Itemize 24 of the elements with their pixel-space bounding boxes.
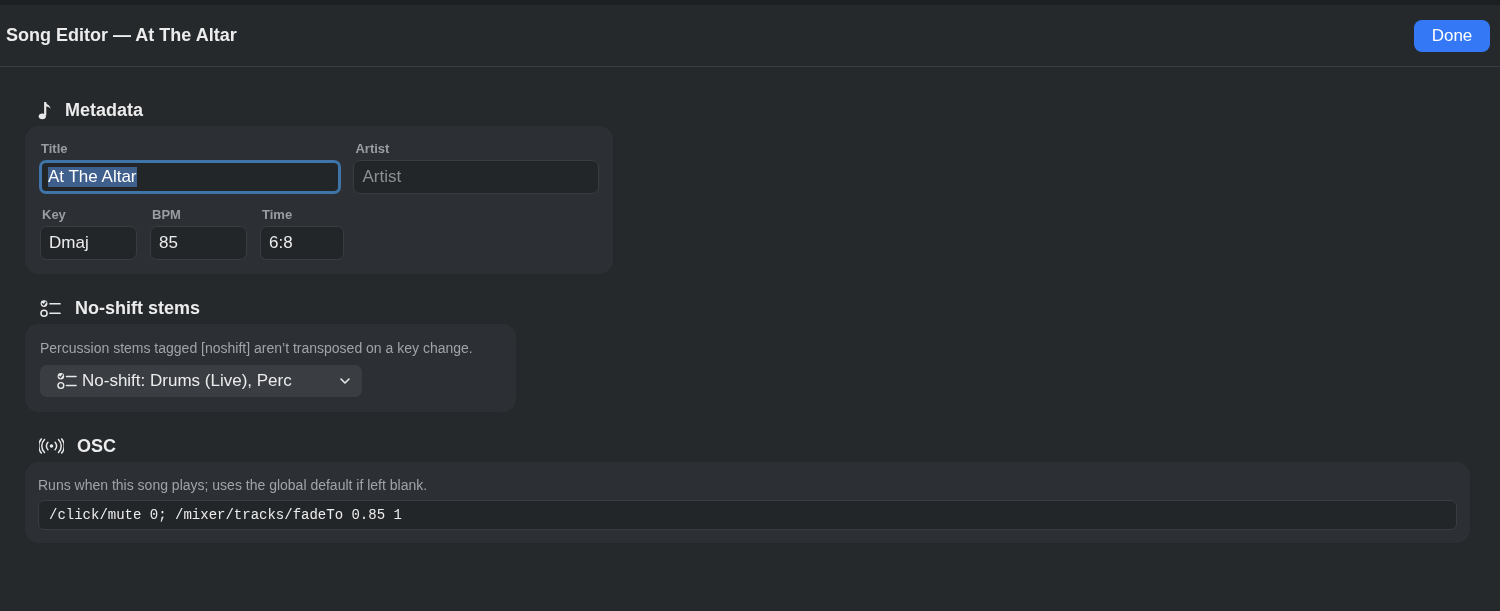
text-field[interactable]: Artist [353, 160, 599, 194]
text-field[interactable]: 6:8 [260, 226, 344, 260]
section-description: Runs when this song plays; uses the global default if left blank. [38, 476, 429, 494]
text-field[interactable]: At The Altar [39, 160, 342, 194]
chevron-down-icon [340, 378, 350, 384]
field-label: Key [42, 207, 67, 223]
done-button[interactable]: Done [1414, 19, 1490, 52]
text-field[interactable]: 85 [150, 226, 247, 260]
field-label: BPM [152, 207, 182, 223]
field-label: Title [41, 141, 69, 157]
checklist-icon [40, 298, 61, 318]
checklist-icon [57, 372, 77, 390]
osc-command-field[interactable]: /click/mute 0; /mixer/tracks/fadeTo 0.85 1 [38, 500, 1457, 530]
field-label: Artist [355, 141, 391, 157]
field-label: Time [262, 207, 294, 223]
broadcast-icon [39, 438, 64, 454]
section-heading: OSC [77, 435, 116, 457]
window-title: Song Editor — At The Altar [6, 25, 237, 46]
section-heading: No-shift stems [75, 297, 200, 319]
stems-dropdown[interactable]: No-shift: Drums (Live), Perc [40, 365, 362, 397]
section-heading: Metadata [65, 99, 144, 121]
section-description: Percussion stems tagged [noshift] aren’t transposed on a key change. [40, 339, 473, 357]
text-field[interactable]: Dmaj [40, 226, 137, 260]
music-note-icon [38, 100, 52, 120]
